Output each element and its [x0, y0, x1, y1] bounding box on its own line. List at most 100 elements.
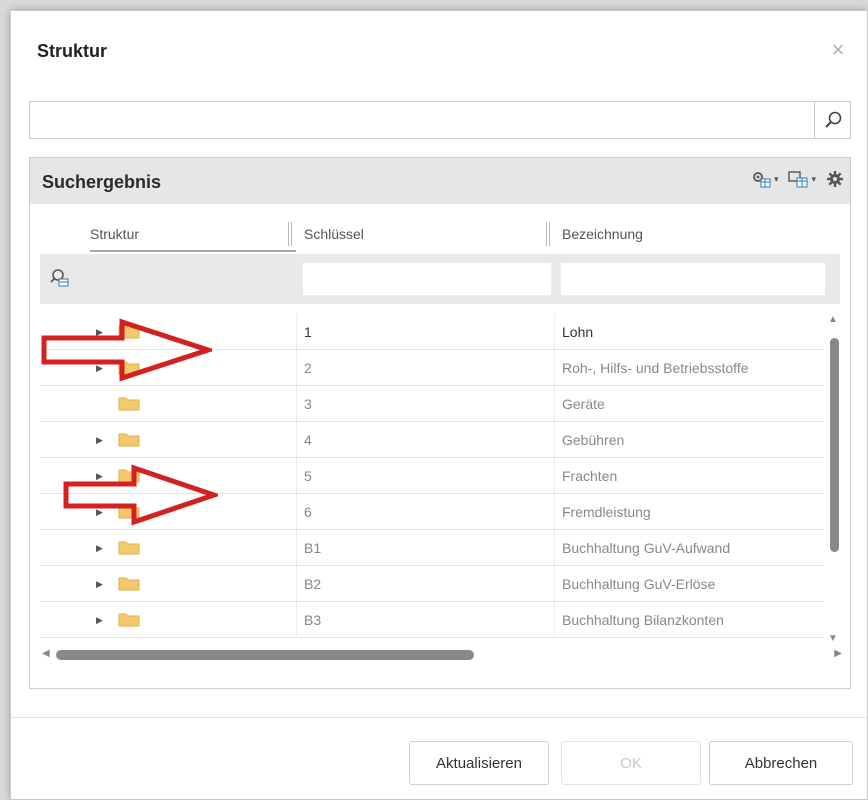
- folder-icon: [118, 611, 140, 630]
- row-description: Frachten: [562, 468, 618, 484]
- scroll-left-icon[interactable]: ◀: [42, 648, 50, 659]
- expand-icon[interactable]: ▶: [96, 327, 103, 338]
- cell-divider: [296, 566, 297, 602]
- cancel-button[interactable]: Abbrechen: [709, 741, 853, 785]
- settings-button[interactable]: [826, 170, 844, 188]
- row-description: Buchhaltung GuV-Aufwand: [562, 540, 731, 556]
- vertical-scrollbar[interactable]: ▲ ▼: [828, 314, 840, 644]
- cell-divider: [554, 314, 555, 350]
- row-description: Gebühren: [562, 432, 625, 448]
- column-header-key[interactable]: Schlüssel: [304, 216, 364, 252]
- cell-divider: [296, 422, 297, 458]
- cell-divider: [296, 350, 297, 386]
- horizontal-scroll-thumb[interactable]: [56, 650, 474, 660]
- folder-icon: [118, 323, 140, 342]
- cell-divider: [554, 350, 555, 386]
- row-description: Buchhaltung Bilanzkonten: [562, 612, 724, 628]
- row-key: 4: [304, 432, 312, 448]
- table-row[interactable]: ▶ 6 Fremdleistung: [40, 494, 824, 530]
- grid-body: ▶ 1 Lohn ▶ 2 Roh-, Hilfs- und Betriebsstoffe 3…: [40, 314, 840, 642]
- row-key: 1: [304, 324, 312, 340]
- cell-divider: [296, 458, 297, 494]
- folder-icon: [118, 395, 140, 414]
- gear-table-icon: [753, 172, 771, 188]
- row-key: B1: [304, 540, 322, 556]
- folder-icon: [118, 467, 140, 486]
- table-row[interactable]: ▶ 5 Frachten: [40, 458, 824, 494]
- results-grid: Struktur Schlüssel Bezeichnung ▶ 1 Lohn …: [40, 216, 840, 646]
- row-description: Geräte: [562, 396, 605, 412]
- result-panel: Suchergebnis ▾ ▾ Struktur Schlüssel Beze…: [29, 157, 851, 689]
- column-header-description[interactable]: Bezeichnung: [562, 216, 643, 252]
- cell-divider: [554, 530, 555, 566]
- refresh-button[interactable]: Aktualisieren: [409, 741, 549, 785]
- scroll-up-icon[interactable]: ▲: [828, 314, 838, 325]
- expand-icon[interactable]: ▶: [96, 363, 103, 374]
- gear-icon: [827, 171, 843, 187]
- row-key: 5: [304, 468, 312, 484]
- table-row[interactable]: ▶ 1 Lohn: [40, 314, 824, 350]
- expand-icon[interactable]: ▶: [96, 471, 103, 482]
- expand-icon[interactable]: ▶: [96, 543, 103, 554]
- folder-icon: [118, 575, 140, 594]
- filter-search-icon[interactable]: [50, 268, 70, 293]
- dialog-title: Struktur: [37, 41, 108, 61]
- search-input[interactable]: [30, 102, 814, 138]
- table-row[interactable]: ▶ B1 Buchhaltung GuV-Aufwand: [40, 530, 824, 566]
- filter-description-input[interactable]: [560, 262, 826, 296]
- structure-dialog: Struktur × Suchergebnis ▾ ▾ Struktur Sch…: [10, 10, 868, 800]
- row-description: Lohn: [562, 324, 594, 340]
- expand-icon[interactable]: ▶: [96, 435, 103, 446]
- chevron-down-icon: ▾: [811, 173, 816, 184]
- column-resize-handle[interactable]: [546, 222, 550, 246]
- table-row[interactable]: ▶ 2 Roh-, Hilfs- und Betriebsstoffe: [40, 350, 824, 386]
- search-bar: [29, 101, 851, 139]
- scroll-down-icon[interactable]: ▼: [828, 633, 838, 644]
- cell-divider: [296, 494, 297, 530]
- row-key: 6: [304, 504, 312, 520]
- cell-divider: [296, 386, 297, 422]
- table-settings-icon: [788, 171, 808, 188]
- cell-divider: [554, 458, 555, 494]
- table-row[interactable]: 3 Geräte: [40, 386, 824, 422]
- table-row[interactable]: ▶ B3 Buchhaltung Bilanzkonten: [40, 602, 824, 638]
- expand-icon[interactable]: ▶: [96, 507, 103, 518]
- footer-divider: [11, 717, 867, 718]
- column-resize-handle[interactable]: [288, 222, 292, 246]
- cell-divider: [296, 530, 297, 566]
- row-key: 3: [304, 396, 312, 412]
- folder-icon: [118, 359, 140, 378]
- search-icon[interactable]: [814, 102, 850, 138]
- vertical-scroll-thumb[interactable]: [830, 338, 839, 552]
- column-settings-button[interactable]: ▾: [751, 170, 779, 188]
- cell-divider: [296, 602, 297, 638]
- cell-divider: [554, 422, 555, 458]
- table-row[interactable]: ▶ B2 Buchhaltung GuV-Erlöse: [40, 566, 824, 602]
- row-key: B3: [304, 612, 322, 628]
- expand-icon[interactable]: ▶: [96, 579, 103, 590]
- folder-icon: [118, 431, 140, 450]
- panel-title: Suchergebnis: [42, 172, 162, 192]
- row-description: Buchhaltung GuV-Erlöse: [562, 576, 716, 592]
- table-row[interactable]: ▶ 4 Gebühren: [40, 422, 824, 458]
- ok-button[interactable]: OK: [561, 741, 701, 785]
- cell-divider: [296, 314, 297, 350]
- cell-divider: [554, 566, 555, 602]
- column-header-structure[interactable]: Struktur: [90, 216, 139, 252]
- folder-icon: [118, 503, 140, 522]
- row-description: Fremdleistung: [562, 504, 651, 520]
- chevron-down-icon: ▾: [773, 173, 779, 184]
- filter-key-input[interactable]: [302, 262, 552, 296]
- expand-icon[interactable]: ▶: [96, 615, 103, 626]
- horizontal-scrollbar[interactable]: ◀ ▶: [42, 648, 842, 662]
- scroll-right-icon[interactable]: ▶: [834, 648, 842, 659]
- close-icon[interactable]: ×: [827, 39, 849, 61]
- row-description: Roh-, Hilfs- und Betriebsstoffe: [562, 360, 749, 376]
- cell-divider: [554, 494, 555, 530]
- table-layout-button[interactable]: ▾: [788, 170, 816, 188]
- row-key: B2: [304, 576, 322, 592]
- folder-icon: [118, 539, 140, 558]
- cell-divider: [554, 602, 555, 638]
- panel-header: Suchergebnis ▾ ▾: [30, 158, 850, 204]
- row-key: 2: [304, 360, 312, 376]
